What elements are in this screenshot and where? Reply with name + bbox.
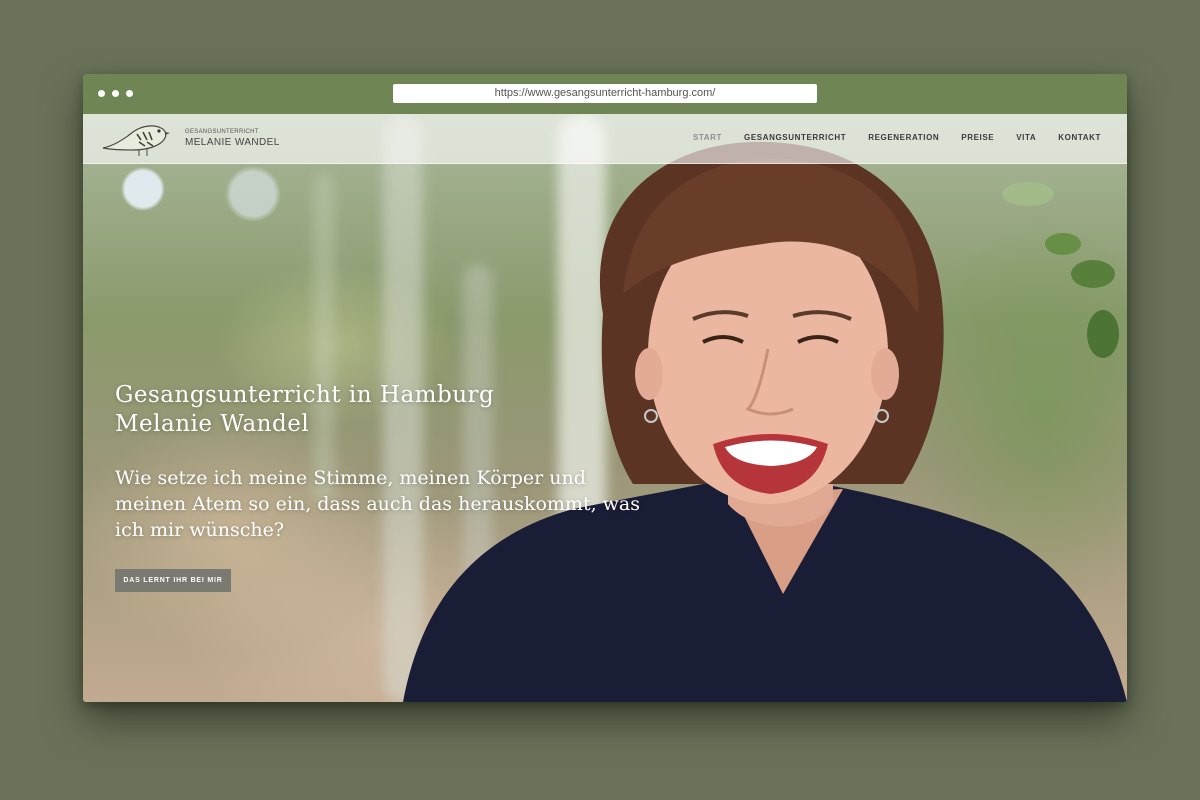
logo-name: MELANIE WANDEL xyxy=(185,137,280,148)
nav-item-regeneration[interactable]: REGENERATION xyxy=(868,133,939,142)
nav-item-start[interactable]: START xyxy=(693,133,722,142)
nav-item-vita[interactable]: VITA xyxy=(1016,133,1036,142)
hero-title-line: Gesangsunterricht in Hamburg xyxy=(115,382,495,408)
window-dot[interactable] xyxy=(126,90,133,97)
site-logo[interactable]: GESANGSUNTERRICHT MELANIE WANDEL xyxy=(99,118,279,158)
hero-subtitle: Wie setze ich meine Stimme, meinen Körpe… xyxy=(115,467,640,541)
window-dot[interactable] xyxy=(112,90,119,97)
logo-subtitle: GESANGSUNTERRICHT xyxy=(185,129,259,135)
cta-button[interactable]: DAS LERNT IHR BEI MIR xyxy=(115,569,231,592)
site-header: GESANGSUNTERRICHT MELANIE WANDEL START G… xyxy=(83,114,1127,164)
hero-title-line: Melanie Wandel xyxy=(115,411,310,437)
hero-title: Gesangsunterricht in Hamburg Melanie Wan… xyxy=(115,381,494,439)
bird-icon xyxy=(102,125,170,156)
browser-window: https://www.gesangsunterricht-hamburg.co… xyxy=(83,74,1127,702)
portrait-photo xyxy=(403,141,1127,702)
nav-item-preise[interactable]: PREISE xyxy=(961,133,994,142)
background-tree-trunk xyxy=(313,174,335,504)
hero-section: GESANGSUNTERRICHT MELANIE WANDEL START G… xyxy=(83,114,1127,702)
nav-item-gesangsunterricht[interactable]: GESANGSUNTERRICHT xyxy=(744,133,846,142)
address-bar[interactable]: https://www.gesangsunterricht-hamburg.co… xyxy=(393,84,817,103)
window-dot[interactable] xyxy=(98,90,105,97)
browser-titlebar: https://www.gesangsunterricht-hamburg.co… xyxy=(83,74,1127,114)
nav-item-kontakt[interactable]: KONTAKT xyxy=(1058,133,1101,142)
window-controls xyxy=(98,90,133,97)
main-navigation: START GESANGSUNTERRICHT REGENERATION PRE… xyxy=(693,133,1101,142)
